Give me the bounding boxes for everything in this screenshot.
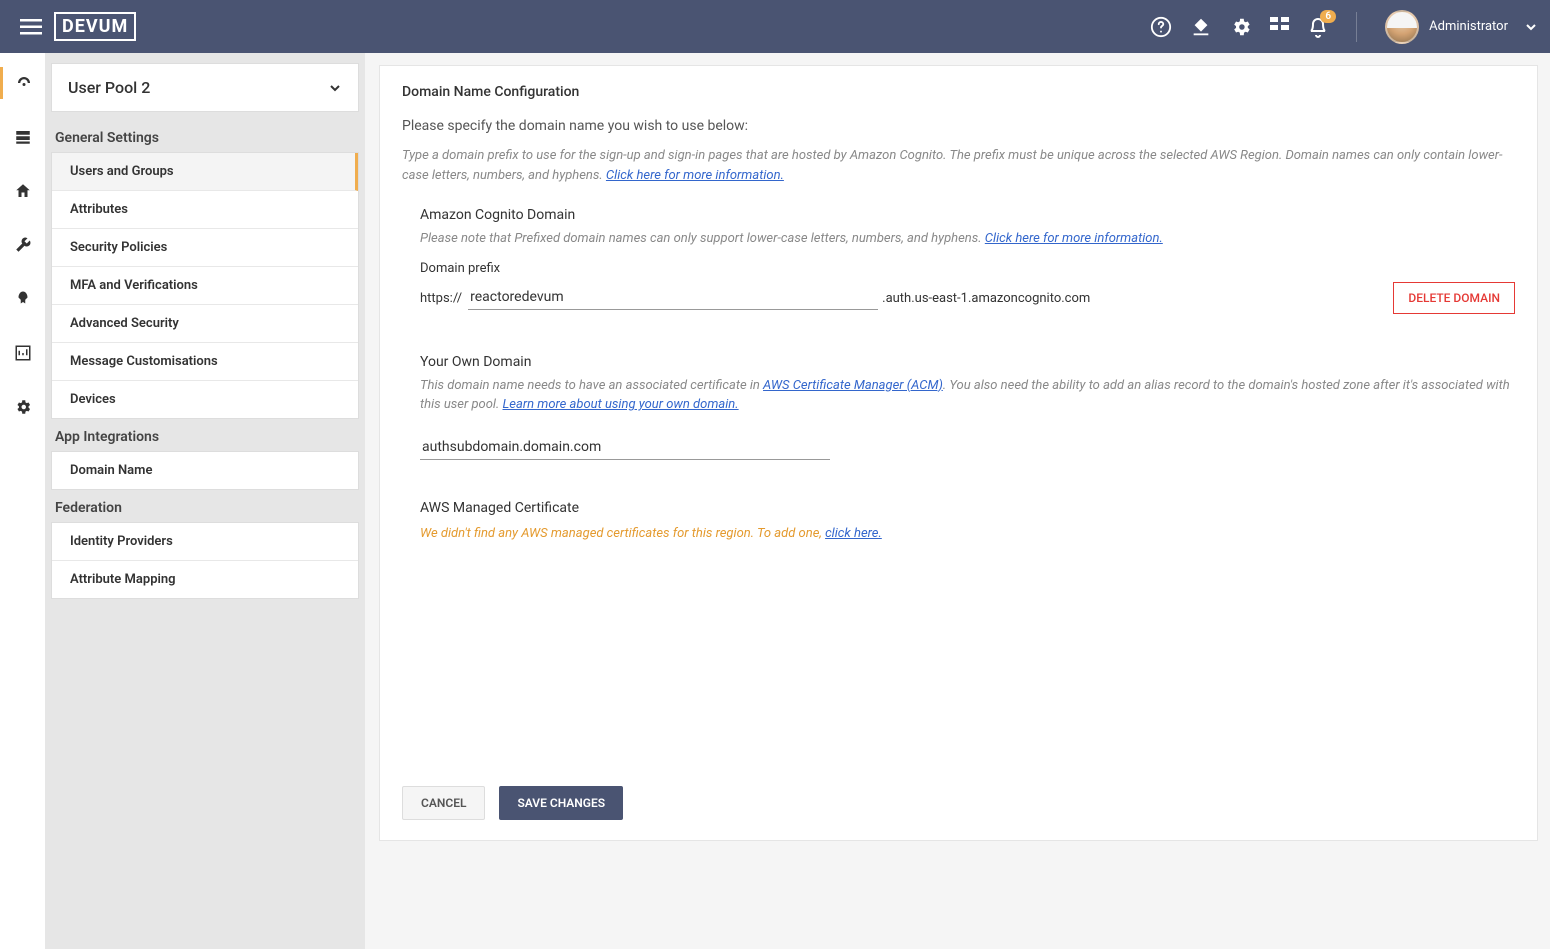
pool-select[interactable]: User Pool 2 xyxy=(51,63,359,112)
cancel-button[interactable]: CANCEL xyxy=(402,786,485,820)
own-domain-section: Your Own Domain This domain name needs t… xyxy=(402,354,1515,460)
acm-link[interactable]: AWS Certificate Manager (ACM) xyxy=(763,378,943,393)
nav-item-attribute-mapping[interactable]: Attribute Mapping xyxy=(52,561,358,598)
nav-list-app-integrations: Domain Name xyxy=(51,451,359,490)
logo-text: DEVUM xyxy=(54,12,136,41)
domain-suffix-label: .auth.us-east-1.amazoncognito.com xyxy=(882,291,1090,310)
nav-item-security-policies[interactable]: Security Policies xyxy=(52,229,358,267)
own-domain-help: This domain name needs to have an associ… xyxy=(420,376,1515,415)
nav-item-mfa[interactable]: MFA and Verifications xyxy=(52,267,358,305)
section-header-general: General Settings xyxy=(51,120,359,152)
cert-click-here-link[interactable]: click here. xyxy=(825,526,882,541)
https-prefix-label: https:// xyxy=(420,291,462,310)
cognito-help: Please note that Prefixed domain names c… xyxy=(420,229,1515,249)
rail-settings-icon[interactable] xyxy=(0,391,45,423)
icon-rail xyxy=(0,53,45,949)
domain-prefix-label: Domain prefix xyxy=(420,261,1515,276)
logo: DEVUM xyxy=(54,12,136,41)
config-card: Domain Name Configuration Please specify… xyxy=(379,65,1538,841)
rail-rocket-icon[interactable] xyxy=(0,283,45,315)
save-button[interactable]: SAVE CHANGES xyxy=(499,786,623,820)
settings-gear-icon[interactable] xyxy=(1230,16,1252,38)
nav-item-attributes[interactable]: Attributes xyxy=(52,191,358,229)
cognito-help-body: Please note that Prefixed domain names c… xyxy=(420,231,985,246)
nav-item-identity-providers[interactable]: Identity Providers xyxy=(52,523,358,561)
own-help-1: This domain name needs to have an associ… xyxy=(420,378,763,393)
pool-select-label: User Pool 2 xyxy=(68,78,150,97)
nav-item-devices[interactable]: Devices xyxy=(52,381,358,418)
user-menu[interactable]: Administrator xyxy=(1385,10,1538,44)
cognito-help-link[interactable]: Click here for more information. xyxy=(985,231,1163,246)
cert-warning-body: We didn't find any AWS managed certifica… xyxy=(420,526,825,541)
section-header-federation: Federation xyxy=(51,490,359,522)
nav-list-federation: Identity Providers Attribute Mapping xyxy=(51,522,359,599)
card-footer: CANCEL SAVE CHANGES xyxy=(402,766,1515,820)
cert-warning: We didn't find any AWS managed certifica… xyxy=(420,524,1515,544)
delete-domain-button[interactable]: DELETE DOMAIN xyxy=(1393,282,1515,314)
help-link[interactable]: Click here for more information. xyxy=(606,168,784,183)
main-content: Domain Name Configuration Please specify… xyxy=(365,53,1550,949)
paint-icon[interactable] xyxy=(1190,16,1212,38)
notifications-icon[interactable]: 6 xyxy=(1308,16,1328,38)
avatar xyxy=(1385,10,1419,44)
cognito-section: Amazon Cognito Domain Please note that P… xyxy=(402,207,1515,314)
nav-item-domain-name[interactable]: Domain Name xyxy=(52,452,358,489)
sidebar: User Pool 2 General Settings Users and G… xyxy=(45,53,365,949)
chevron-down-icon xyxy=(1524,20,1538,34)
chevron-down-icon xyxy=(328,81,342,95)
rail-chart-icon[interactable] xyxy=(0,337,45,369)
notification-badge: 6 xyxy=(1320,10,1336,23)
learn-more-link[interactable]: Learn more about using your own domain. xyxy=(503,397,739,412)
lead-text: Please specify the domain name you wish … xyxy=(402,118,1515,134)
nav-item-advanced-security[interactable]: Advanced Security xyxy=(52,305,358,343)
help-icon[interactable] xyxy=(1150,16,1172,38)
rail-home-icon[interactable] xyxy=(0,175,45,207)
page-title: Domain Name Configuration xyxy=(402,84,1515,100)
cognito-title: Amazon Cognito Domain xyxy=(420,207,1515,223)
rail-dashboard-icon[interactable] xyxy=(0,67,45,99)
rail-server-icon[interactable] xyxy=(0,121,45,153)
nav-item-message-customisations[interactable]: Message Customisations xyxy=(52,343,358,381)
nav-list-general: Users and Groups Attributes Security Pol… xyxy=(51,152,359,419)
cert-section: AWS Managed Certificate We didn't find a… xyxy=(402,500,1515,544)
rail-wrench-icon[interactable] xyxy=(0,229,45,261)
help-text-body: Type a domain prefix to use for the sign… xyxy=(402,148,1502,183)
section-header-app-integrations: App Integrations xyxy=(51,419,359,451)
menu-toggle-button[interactable] xyxy=(12,11,50,43)
cert-title: AWS Managed Certificate xyxy=(420,500,1515,516)
nav-item-users-groups[interactable]: Users and Groups xyxy=(52,153,358,191)
user-name-label: Administrator xyxy=(1429,19,1508,34)
own-domain-input[interactable] xyxy=(420,435,830,460)
apps-grid-icon[interactable] xyxy=(1270,17,1290,37)
help-text: Type a domain prefix to use for the sign… xyxy=(402,146,1515,185)
header-divider xyxy=(1356,12,1357,42)
app-header: DEVUM 6 Administrator xyxy=(0,0,1550,53)
domain-prefix-input[interactable] xyxy=(468,285,878,310)
own-domain-title: Your Own Domain xyxy=(420,354,1515,370)
